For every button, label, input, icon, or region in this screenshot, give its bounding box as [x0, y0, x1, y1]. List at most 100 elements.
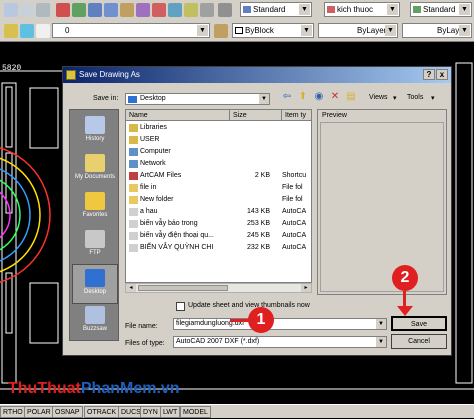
place-history[interactable]: History [72, 112, 118, 152]
update-thumbnails-checkbox[interactable] [176, 302, 185, 311]
markup-icon[interactable] [184, 3, 198, 17]
dialog-title-bar[interactable]: Save Drawing As ? x [63, 67, 451, 83]
linetype-select[interactable]: ByLayer ▼ [318, 23, 398, 38]
place-desktop[interactable]: Desktop [72, 264, 118, 304]
properties-icon[interactable] [120, 3, 134, 17]
layer-state-icon[interactable] [4, 24, 18, 38]
open-icon[interactable] [4, 3, 18, 17]
tool-palettes-icon[interactable] [152, 3, 166, 17]
filetype-select[interactable]: AutoCAD 2007 DXF (*.dxf) ▼ [173, 336, 387, 348]
preview-box [320, 122, 444, 292]
tools-menu[interactable]: Tools [407, 94, 423, 101]
text-style-icon [243, 6, 251, 13]
file-row[interactable]: USER [126, 134, 311, 146]
file-name: ArtCAM Files [140, 172, 182, 179]
save-in-select[interactable]: Desktop ▼ [125, 93, 270, 105]
copy-icon[interactable] [20, 3, 34, 17]
zoom-window-icon[interactable] [104, 3, 118, 17]
layer-freeze-icon[interactable] [20, 24, 34, 38]
filename-input[interactable]: filegiamdungluong.dxf ▼ [173, 318, 387, 330]
file-type: AutoCA [282, 220, 307, 227]
file-name: Libraries [140, 124, 167, 131]
up-folder-icon[interactable]: ⬆ [297, 91, 309, 103]
file-row[interactable]: Libraries [126, 122, 311, 134]
chevron-down-icon: ▼ [376, 337, 386, 347]
file-type-icon [129, 220, 138, 228]
column-type[interactable]: Item ty [282, 110, 311, 121]
file-row[interactable]: Network [126, 158, 311, 170]
file-row[interactable]: biến vẫy điện thoại qu... 245 KB AutoCA [126, 230, 311, 242]
pan-icon[interactable] [72, 3, 86, 17]
column-size[interactable]: Size [230, 110, 282, 121]
file-row[interactable]: Computer [126, 146, 311, 158]
file-row[interactable]: ArtCAM Files 2 KB Shortcu [126, 170, 311, 182]
file-name: USER [140, 136, 160, 143]
file-type-icon [129, 184, 138, 192]
scroll-thumb[interactable] [138, 285, 228, 291]
scroll-left-icon[interactable]: ◂ [126, 284, 136, 292]
scroll-right-icon[interactable]: ▸ [301, 284, 311, 292]
status-otrack-button[interactable]: OTRACK [84, 406, 120, 418]
status-dyn-button[interactable]: DYN [140, 406, 161, 418]
new-folder-icon[interactable]: ▤ [345, 91, 357, 103]
filetype-value: AutoCAD 2007 DXF (*.dxf) [176, 338, 260, 345]
file-list[interactable]: Name Size Item ty Libraries USER Computer N… [125, 109, 312, 283]
file-row[interactable]: a hau 143 KB AutoCA [126, 206, 311, 218]
place-my-documents-label: My Documents [74, 174, 115, 180]
status-model-button[interactable]: MODEL [180, 406, 211, 418]
file-row[interactable]: biến vẫy bảo trong 253 KB AutoCA [126, 218, 311, 230]
horizontal-scrollbar[interactable]: ◂ ▸ [125, 283, 312, 293]
paste-icon[interactable] [36, 3, 50, 17]
views-menu[interactable]: Views [369, 94, 388, 101]
make-current-icon[interactable] [214, 24, 228, 38]
close-button[interactable]: x [436, 69, 448, 80]
match-properties-icon[interactable] [56, 3, 70, 17]
table-style-icon [413, 6, 421, 13]
callout-arrow-1 [230, 319, 250, 322]
color-select[interactable]: ByBlock ▼ [232, 23, 314, 38]
layer-color-icon[interactable] [36, 24, 50, 38]
table-style-select[interactable]: Standard ▼ [410, 2, 472, 17]
tools-chevron-icon[interactable]: ▾ [431, 94, 435, 102]
help-button[interactable]: ? [423, 69, 435, 80]
back-icon[interactable]: ⇦ [281, 91, 293, 103]
callout-badge-2: 2 [392, 265, 418, 291]
file-type-icon [129, 208, 138, 216]
status-polar-button[interactable]: POLAR [24, 406, 54, 418]
search-web-icon[interactable]: ◉ [313, 91, 325, 103]
file-name: Computer [140, 148, 171, 155]
status-ortho-button[interactable]: RTHO [0, 406, 26, 418]
layer-select[interactable]: 0 ▼ [52, 23, 210, 38]
delete-icon[interactable]: ✕ [329, 91, 341, 103]
text-style-select[interactable]: Standard ▼ [240, 2, 312, 17]
file-row[interactable]: BIẾN VẪY QUỲNH CHI 232 KB AutoCA [126, 242, 311, 254]
place-buzzsaw[interactable]: Buzzsaw [72, 302, 118, 342]
cancel-button[interactable]: Cancel [391, 334, 447, 349]
place-ftp[interactable]: FTP [72, 226, 118, 266]
update-thumbnails-label: Update sheet and view thumbnails now [188, 302, 310, 309]
column-name[interactable]: Name [126, 110, 230, 121]
place-my-documents[interactable]: My Documents [72, 150, 118, 190]
help-icon[interactable] [218, 3, 232, 17]
views-chevron-icon[interactable]: ▾ [393, 94, 397, 102]
status-bar: RTHO POLAR OSNAP OTRACK DUCS DYN LWT MOD… [0, 404, 474, 418]
save-button[interactable]: Save [391, 316, 447, 331]
file-row[interactable]: New folder File fol [126, 194, 311, 206]
preview-panel: Preview [317, 109, 447, 295]
file-name: biến vẫy điện thoại qu... [140, 232, 214, 239]
file-type-icon [129, 232, 138, 240]
status-osnap-button[interactable]: OSNAP [52, 406, 83, 418]
status-lwt-button[interactable]: LWT [160, 406, 181, 418]
chevron-down-icon: ▼ [301, 25, 312, 36]
place-favorites[interactable]: Favorites [72, 188, 118, 228]
file-row[interactable]: file in File fol [126, 182, 311, 194]
zoom-realtime-icon[interactable] [88, 3, 102, 17]
color-value: ByBlock [245, 26, 274, 35]
lineweight-select[interactable]: ByLayer ▼ [402, 23, 472, 38]
design-center-icon[interactable] [136, 3, 150, 17]
sheet-set-icon[interactable] [168, 3, 182, 17]
file-size: 245 KB [247, 232, 270, 239]
dim-style-select[interactable]: kich thuoc ▼ [324, 2, 400, 17]
file-type-icon [129, 148, 138, 156]
calculator-icon[interactable] [200, 3, 214, 17]
